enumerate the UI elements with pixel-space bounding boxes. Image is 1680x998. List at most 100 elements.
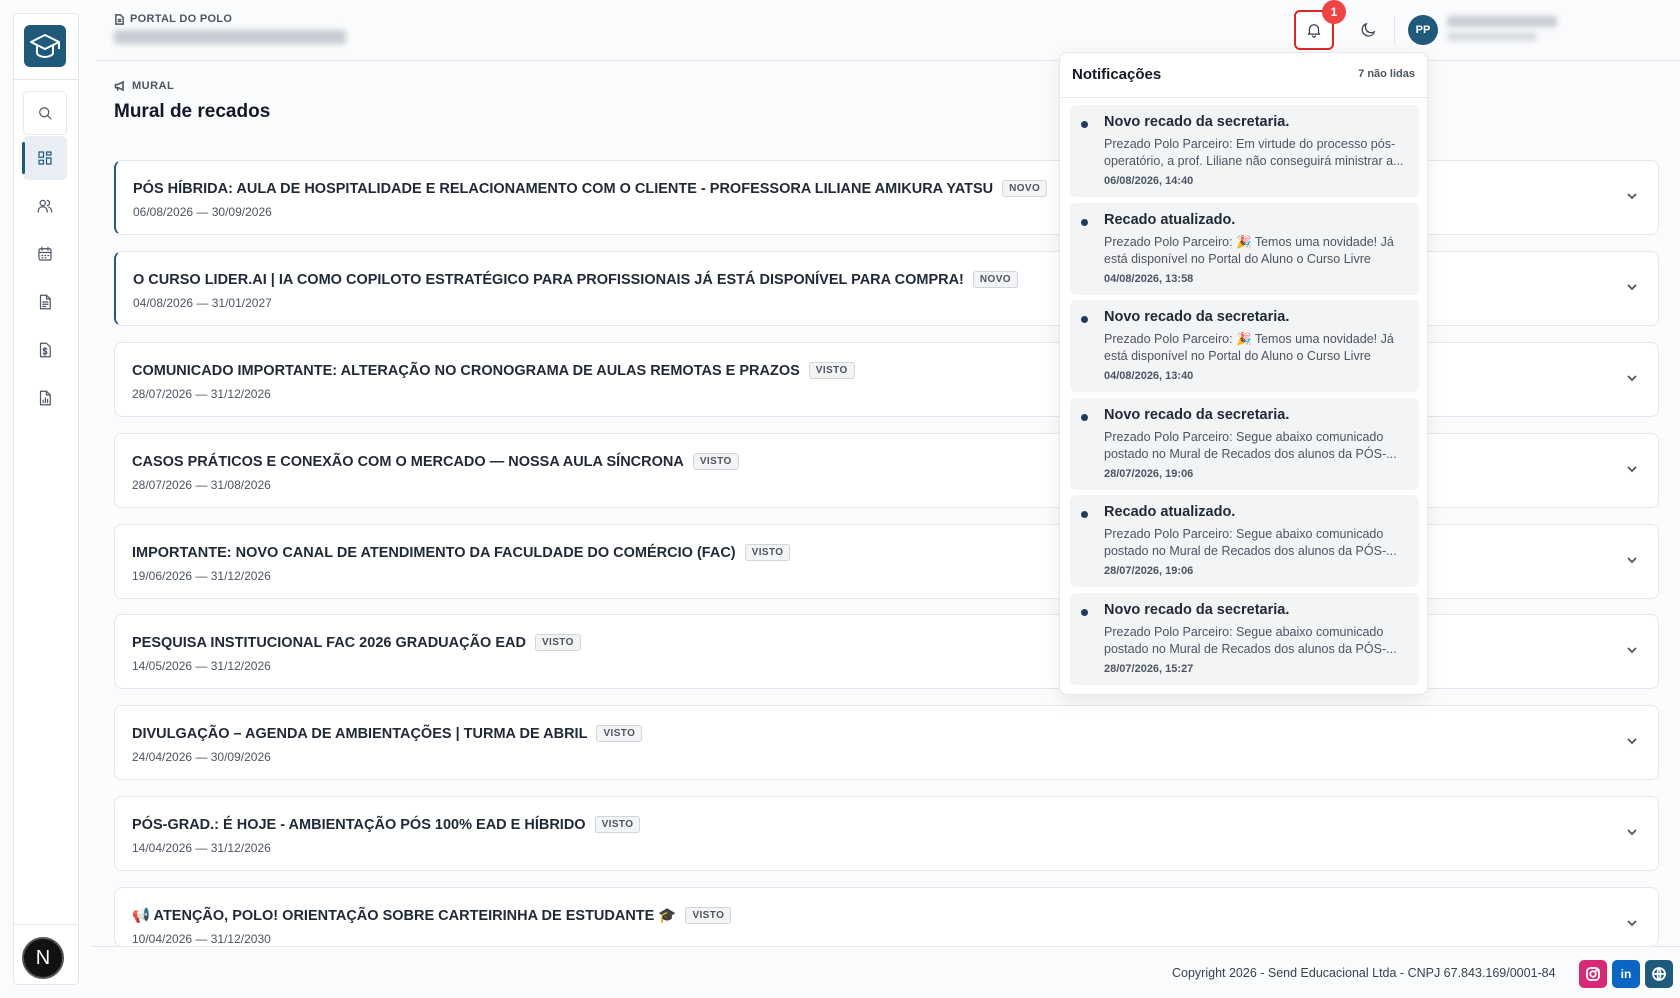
sidebar: N [13, 13, 79, 985]
notification-time: 28/07/2026, 15:27 [1104, 662, 1194, 675]
page-title: Mural de recados [114, 101, 271, 122]
notice-dates: 24/04/2026 — 30/09/2026 [132, 750, 271, 764]
notice-title: CASOS PRÁTICOS E CONEXÃO COM O MERCADO —… [132, 453, 684, 470]
expand-button[interactable] [1624, 279, 1640, 295]
instagram-link[interactable] [1579, 960, 1607, 988]
notice-title: PÓS-GRAD.: É HOJE - AMBIENTAÇÃO PÓS 100%… [132, 816, 586, 833]
dashboard-icon [38, 151, 52, 165]
notice-title: IMPORTANTE: NOVO CANAL DE ATENDIMENTO DA… [132, 544, 736, 561]
notification-title: Recado atualizado. [1104, 211, 1236, 228]
unread-dot [1081, 316, 1088, 323]
notice-title-row: PÓS HÍBRIDA: AULA DE HOSPITALIDADE E REL… [133, 180, 1048, 197]
footer-divider [91, 946, 1680, 947]
notice-title: O CURSO LIDER.AI | IA COMO COPILOTO ESTR… [133, 271, 964, 288]
section-label-text: MURAL [132, 80, 175, 92]
sidebar-search-button[interactable] [23, 91, 67, 135]
instagram-icon [1586, 967, 1600, 981]
chevron-down-icon [1627, 375, 1637, 382]
notification-body: Prezado Polo Parceiro: Segue abaixo comu… [1104, 527, 1397, 558]
graduation-cap-icon [30, 34, 60, 59]
notice-dates: 19/06/2026 — 31/12/2026 [132, 569, 271, 583]
notifications-title: Notificações [1072, 66, 1162, 83]
website-link[interactable] [1645, 960, 1673, 988]
unread-dot [1081, 608, 1088, 616]
notification-item[interactable]: Novo recado da secretaria. Prezado Polo P… [1070, 105, 1419, 197]
unread-dot [1081, 413, 1088, 421]
expand-button[interactable] [1624, 824, 1640, 840]
user-menu-badge[interactable]: N [22, 937, 64, 979]
notice-status-badge: VISTO [534, 634, 581, 651]
unread-dot [1081, 121, 1088, 128]
report-icon [39, 390, 51, 406]
sidebar-item-calendar[interactable] [23, 232, 67, 276]
notification-title: Novo recado da secretaria. [1104, 406, 1290, 423]
sidebar-item-documents[interactable] [23, 280, 67, 324]
users-icon [37, 199, 53, 213]
notification-item[interactable]: Novo recado da secretaria. Prezado Polo P… [1070, 592, 1419, 685]
sidebar-item-finance[interactable] [23, 328, 67, 372]
notice-card[interactable]: DIVULGAÇÃO – AGENDA DE AMBIENTAÇÕES | TU… [114, 705, 1659, 780]
notification-item[interactable]: Novo recado da secretaria. Prezado Polo P… [1070, 300, 1419, 392]
notice-title-row: COMUNICADO IMPORTANTE: ALTERAÇÃO NO CRON… [132, 362, 855, 379]
notice-status-badge: VISTO [744, 544, 791, 561]
notification-count-badge: 1 [1322, 0, 1346, 24]
notice-title-row: PÓS-GRAD.: É HOJE - AMBIENTAÇÃO PÓS 100%… [132, 816, 641, 833]
notice-title-row: 📢 ATENÇÃO, POLO! ORIENTAÇÃO SOBRE CARTEI… [132, 907, 732, 924]
expand-button[interactable] [1624, 733, 1640, 749]
sidebar-item-users[interactable] [23, 184, 67, 228]
chevron-down-icon [1627, 557, 1637, 564]
theme-toggle-button[interactable] [1357, 18, 1381, 42]
expand-button[interactable] [1624, 370, 1640, 386]
user-name-redacted [1447, 16, 1557, 27]
header-divider [1394, 16, 1395, 44]
bell-icon [1307, 24, 1321, 38]
expand-button[interactable] [1624, 188, 1640, 204]
notice-status-badge: VISTO [808, 362, 855, 379]
unread-dot [1081, 511, 1088, 518]
notice-status-badge: VISTO [685, 907, 732, 924]
sidebar-divider [14, 79, 78, 80]
notice-title: PESQUISA INSTITUCIONAL FAC 2026 GRADUAÇÃ… [132, 634, 526, 651]
notice-dates: 10/04/2026 — 31/12/2030 [132, 932, 271, 946]
notice-title-row: CASOS PRÁTICOS E CONEXÃO COM O MERCADO —… [132, 453, 739, 470]
notice-status-badge: VISTO [692, 453, 739, 470]
sidebar-item-dashboard[interactable] [22, 136, 67, 180]
notification-title: Novo recado da secretaria. [1104, 601, 1290, 618]
sidebar-item-reports[interactable] [23, 376, 67, 420]
notice-title: PÓS HÍBRIDA: AULA DE HOSPITALIDADE E REL… [133, 180, 994, 197]
unread-count: 7 não lidas [1358, 68, 1415, 80]
app-logo[interactable] [24, 25, 66, 67]
notification-item[interactable]: Recado atualizado. Prezado Polo Parceiro:… [1070, 202, 1419, 295]
notice-dates: 06/08/2026 — 30/09/2026 [133, 205, 272, 219]
chevron-down-icon [1627, 829, 1637, 836]
notifications-popover: Notificações 7 não lidas Novo recado da … [1059, 52, 1428, 695]
notification-item[interactable]: Novo recado da secretaria. Prezado Polo P… [1070, 397, 1419, 490]
avatar[interactable]: PP [1408, 15, 1438, 45]
notification-item[interactable]: Recado atualizado. Prezado Polo Parceiro:… [1070, 495, 1419, 587]
notice-status-badge: NOVO [1002, 180, 1048, 197]
linkedin-link[interactable]: in [1612, 960, 1640, 988]
sidebar-bottom-divider [14, 924, 78, 925]
notice-card[interactable]: PÓS-GRAD.: É HOJE - AMBIENTAÇÃO PÓS 100%… [114, 796, 1659, 871]
section-label: MURAL [114, 80, 174, 92]
expand-button[interactable] [1624, 461, 1640, 477]
notice-dates: 28/07/2026 — 31/08/2026 [132, 478, 271, 492]
search-icon [39, 107, 52, 120]
megaphone-icon [114, 80, 124, 92]
expand-button[interactable] [1624, 552, 1640, 568]
notification-body: Prezado Polo Parceiro: Segue abaixo comu… [1104, 624, 1397, 656]
notification-time: 04/08/2026, 13:58 [1104, 272, 1194, 285]
notification-time: 28/07/2026, 19:06 [1104, 467, 1194, 480]
top-header: PORTAL DO POLO [97, 0, 1680, 61]
finance-icon [39, 342, 51, 358]
notice-status-badge: NOVO [972, 271, 1018, 288]
notice-dates: 04/08/2026 — 31/01/2027 [133, 296, 272, 310]
notice-card[interactable]: 📢 ATENÇÃO, POLO! ORIENTAÇÃO SOBRE CARTEI… [114, 887, 1659, 947]
document-icon [115, 13, 124, 25]
expand-button[interactable] [1624, 915, 1640, 931]
popover-divider [1060, 97, 1427, 98]
expand-button[interactable] [1624, 642, 1640, 658]
notification-title: Recado atualizado. [1104, 504, 1236, 520]
document-icon [39, 294, 51, 310]
notice-title: 📢 ATENÇÃO, POLO! ORIENTAÇÃO SOBRE CARTEI… [132, 908, 677, 924]
